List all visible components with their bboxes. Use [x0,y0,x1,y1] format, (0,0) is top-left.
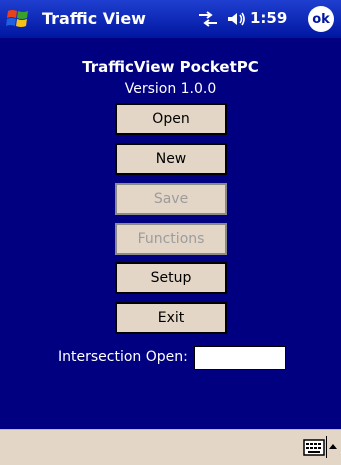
setup-button[interactable]: Setup [115,262,227,294]
functions-button[interactable]: Functions [115,223,227,255]
open-button[interactable]: Open [115,103,227,135]
intersection-open-label: Intersection Open: [58,349,188,365]
sip-arrow-icon[interactable] [328,442,338,452]
exit-button[interactable]: Exit [115,302,227,334]
version-text: Version 1.0.0 [124,81,217,97]
menu-separator [326,436,327,458]
window-title: Traffic View [42,9,146,28]
new-button[interactable]: New [115,143,227,175]
clock-text[interactable]: 1:59 [250,9,287,27]
intersection-open-field[interactable] [194,346,286,370]
ok-button[interactable]: ok [308,6,334,32]
speaker-icon[interactable] [226,10,246,28]
save-button[interactable]: Save [115,183,227,215]
windows-start-icon[interactable] [5,6,31,32]
title-bar: Traffic View 1:59 ok [0,0,341,38]
menu-bar [0,429,341,465]
app-title: TrafficView PocketPC [82,58,259,76]
connectivity-icon[interactable] [197,11,219,27]
keyboard-icon[interactable] [303,439,325,456]
